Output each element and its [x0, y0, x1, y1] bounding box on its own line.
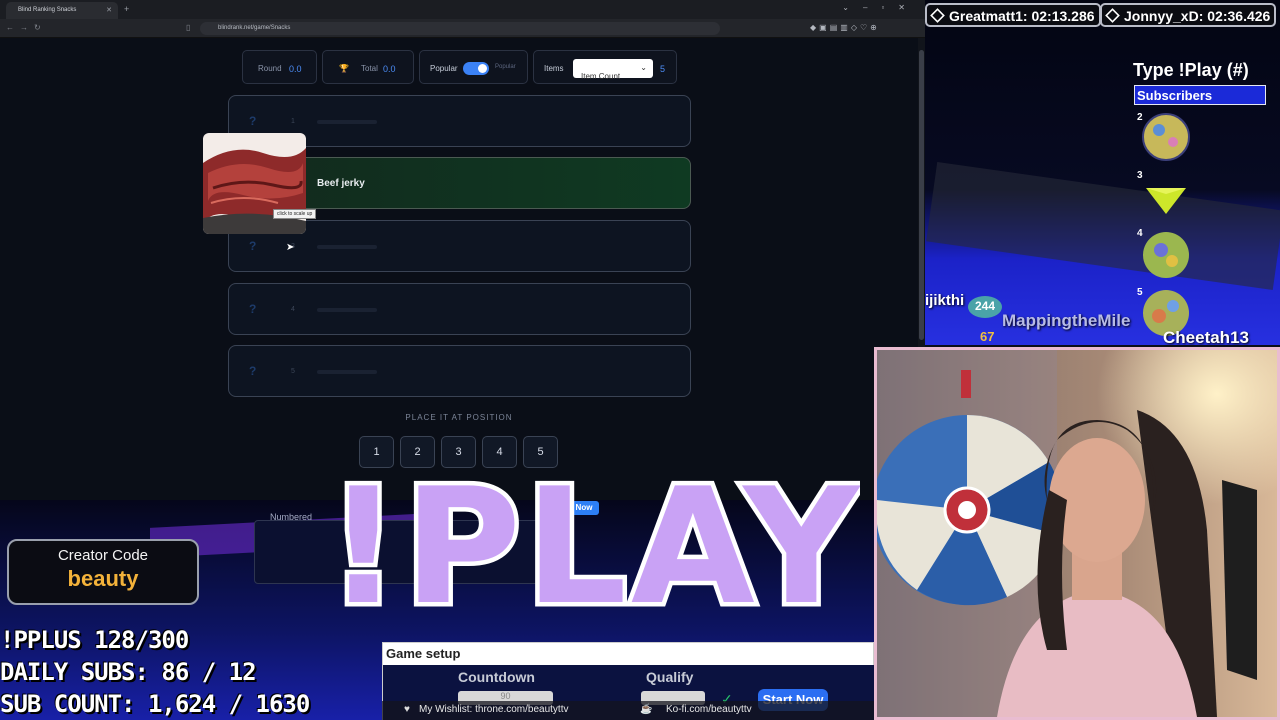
slot-question-icon: ? [249, 239, 257, 253]
game-setup-title: Game setup [386, 646, 461, 661]
stream-screen: Blind Ranking Snacks ✕ + ⌄–▫✕ ← → ↻ ▯ bl… [0, 0, 1280, 720]
item-count-select[interactable]: Item Count ⌄ [573, 59, 653, 81]
marble-avatar [1142, 113, 1190, 161]
items-value: 5 [660, 64, 666, 74]
background-card-text: Numbered [270, 512, 313, 522]
chat-username: MappingtheMile [1002, 311, 1131, 330]
rank-number: 2 [1137, 112, 1143, 123]
gem-icon [1105, 8, 1120, 23]
creator-code-box: Creator Code beauty [7, 539, 199, 605]
leaderboard-name: Greatmatt1 [949, 8, 1023, 24]
stat-sub-count: SUB COUNT: 1,624 / 1630 [0, 690, 310, 718]
gem-icon [930, 8, 945, 23]
url-field[interactable]: blindrank.net/game/Snacks [200, 22, 720, 35]
items-control: Items Item Count ⌄ 5 [533, 50, 677, 84]
round-value: 0.0 [289, 64, 302, 74]
new-tab-icon[interactable]: + [124, 4, 129, 14]
url-text: blindrank.net/game/Snacks [218, 25, 291, 31]
creator-code-title: Creator Code [57, 547, 149, 564]
forward-icon[interactable]: → [20, 23, 28, 32]
slot-number: 1 [291, 118, 295, 125]
type-play-heading: Type !Play (#) [1133, 60, 1249, 80]
support-links-bar: ♥ My Wishlist: throne.com/beautyttv ☕ Ko… [382, 701, 874, 720]
total-value: 0.0 [383, 64, 396, 74]
slot-question-icon: ? [249, 302, 257, 316]
countdown-label: Countdown [458, 669, 535, 685]
leaderboard-name: Jonnyy_xD [1124, 8, 1199, 24]
window-controls[interactable]: ⌄–▫✕ [842, 3, 919, 12]
slot-question-icon: ? [249, 364, 257, 378]
back-icon[interactable]: ← [6, 23, 14, 32]
rank-number: 5 [1137, 287, 1143, 298]
tab-title: Blind Ranking Snacks [18, 7, 77, 13]
rank-number: 3 [1137, 170, 1143, 181]
stat-pplus: !PPLUS 128/300 [0, 626, 189, 654]
scrollbar-thumb[interactable] [919, 50, 924, 340]
bookmark-icon[interactable]: ▯ [186, 23, 190, 32]
popular-toggle[interactable] [463, 62, 489, 75]
webcam-feed [874, 347, 1280, 720]
round-label: Round [258, 64, 282, 73]
slot-item-label: Beef jerky [317, 178, 365, 189]
play-graphic: !PLAY [330, 452, 860, 632]
wishlist-link[interactable]: My Wishlist: throne.com/beautyttv [419, 704, 569, 715]
scale-tooltip: click to scale up [273, 209, 317, 219]
mouse-cursor-icon: ➤ [286, 242, 295, 253]
slot-question-icon: ? [249, 114, 257, 128]
reload-icon[interactable]: ↻ [34, 23, 41, 32]
count-bubble: 244 [968, 296, 1002, 318]
trophy-icon: 🏆 [339, 64, 349, 73]
slot-placeholder [317, 245, 377, 249]
gem-avatar [1146, 188, 1186, 214]
chevron-down-icon: ⌄ [640, 63, 647, 72]
leaderboard-time: 02:13.286 [1031, 8, 1095, 24]
slot-number: 5 [291, 368, 295, 375]
round-score: Round 0.0 [242, 50, 317, 84]
address-bar-row: ← → ↻ ▯ blindrank.net/game/Snacks ◆▣▤▥◇♡… [0, 19, 925, 38]
kofi-link[interactable]: Ko-fi.com/beautyttv [666, 704, 752, 715]
stream-stats: !PPLUS 128/300 DAILY SUBS: 86 / 12 SUB C… [0, 624, 310, 720]
rank-number: 4 [1137, 228, 1143, 239]
extension-icons[interactable]: ◆▣▤▥◇♡⊕ [810, 23, 880, 32]
place-position-title: PLACE IT AT POSITION [405, 413, 513, 422]
heart-icon: ♥ [404, 704, 410, 715]
chat-username: Cheetah13 [1163, 328, 1249, 347]
countdown-value: 90 [500, 691, 511, 701]
browser-tab[interactable]: Blind Ranking Snacks ✕ [6, 2, 118, 19]
total-label: Total [361, 64, 378, 73]
kofi-cup-icon: ☕ [640, 704, 653, 715]
popular-control: Popular Popular [419, 50, 528, 84]
qualify-label: Qualify [646, 669, 694, 685]
slot-placeholder [317, 308, 377, 312]
subscribers-header: Subscribers [1134, 85, 1266, 105]
stat-daily-subs: DAILY SUBS: 86 / 12 [0, 658, 257, 686]
slot-number: 4 [291, 306, 295, 313]
item-count-value: Item Count [581, 72, 621, 81]
leaderboard-time: 02:36.426 [1207, 8, 1271, 24]
slot-placeholder [317, 120, 377, 124]
slot-placeholder [317, 370, 377, 374]
popular-toggle-label: Popular [495, 64, 516, 70]
items-label: Items [544, 64, 564, 73]
rank-slot-5[interactable]: ? 5 [228, 345, 691, 397]
leaderboard-entry-1: Greatmatt1: 02:13.286 [925, 3, 1101, 27]
browser-window: Blind Ranking Snacks ✕ + ⌄–▫✕ ← → ↻ ▯ bl… [0, 0, 925, 500]
count-bubble: 67 [980, 329, 995, 344]
play-text: !PLAY [330, 453, 860, 632]
rank-slot-4[interactable]: ? 4 [228, 283, 691, 335]
chat-username: ijikthi [925, 292, 965, 309]
close-tab-icon[interactable]: ✕ [106, 6, 112, 14]
popular-label: Popular [430, 64, 458, 73]
marble-avatar [1143, 232, 1189, 278]
creator-code-value: beauty [67, 566, 139, 591]
total-score: 🏆 Total 0.0 [322, 50, 414, 84]
tab-bar: Blind Ranking Snacks ✕ + ⌄–▫✕ [0, 0, 925, 19]
leaderboard-entry-2: Jonnyy_xD: 02:36.426 [1100, 3, 1277, 27]
